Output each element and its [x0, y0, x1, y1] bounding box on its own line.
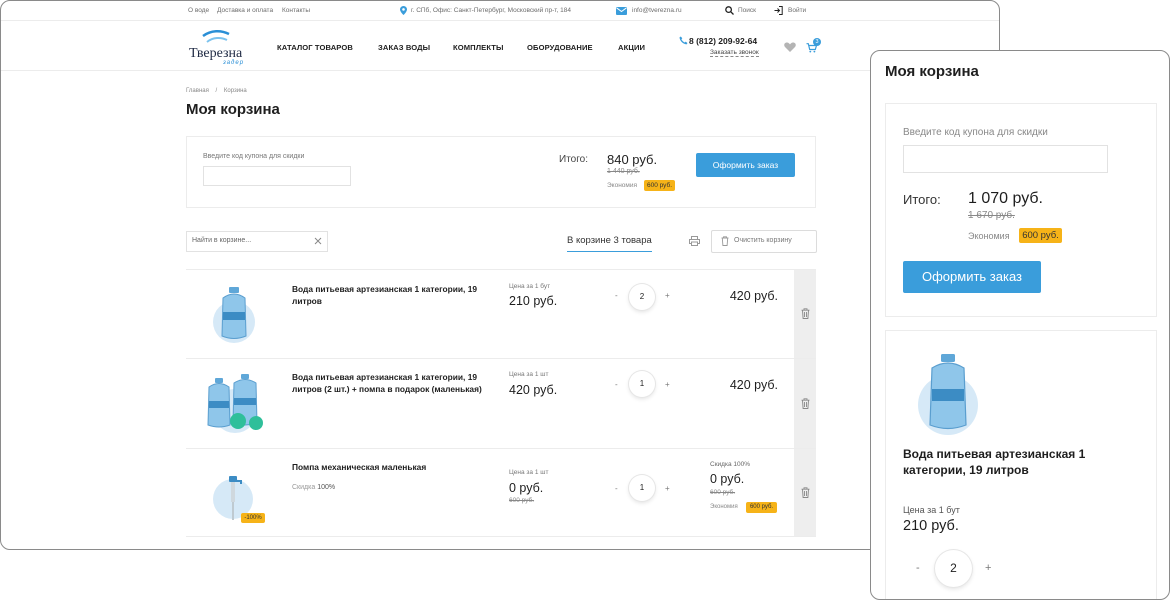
- nav-water-order[interactable]: ЗАКАЗ ВОДЫ: [378, 43, 430, 52]
- product-discount-value: 100%: [317, 484, 336, 491]
- mobile-unit-price: 210 руб.: [903, 518, 959, 534]
- cart-count-badge: 3: [813, 38, 821, 46]
- product-name[interactable]: Помпа механическая маленькая: [292, 461, 482, 473]
- topbar-login[interactable]: Войти: [788, 7, 806, 14]
- nav-kits[interactable]: КОМПЛЕКТЫ: [453, 43, 504, 52]
- topbar-search[interactable]: Поиск: [738, 7, 756, 14]
- mobile-qty-minus[interactable]: -: [916, 562, 920, 574]
- product-name[interactable]: Вода питьевая артезианская 1 категории, …: [292, 283, 482, 307]
- clear-search-icon[interactable]: [314, 237, 322, 245]
- breadcrumb: Главная / Корзина: [186, 88, 247, 94]
- print-icon[interactable]: [689, 236, 700, 246]
- saving-label: Экономия: [607, 182, 638, 189]
- cart-search-placeholder: Найти в корзине...: [192, 237, 252, 244]
- image-discount-badge: -100%: [241, 513, 265, 523]
- product-discount-label: Скидка: [292, 484, 316, 491]
- desktop-window: О воде Доставка и оплата Контакты г. СПб…: [0, 0, 1000, 550]
- item-saving-label: Экономия: [710, 504, 738, 510]
- qty-plus-button[interactable]: +: [665, 291, 670, 300]
- total-label: Итого:: [559, 154, 588, 165]
- total-value: 840 руб.: [607, 152, 658, 167]
- qty-value[interactable]: 1: [629, 371, 655, 397]
- login-icon[interactable]: [774, 6, 783, 15]
- mobile-window: Моя корзина Введите код купона для скидк…: [870, 50, 1170, 600]
- mobile-checkout-button[interactable]: Оформить заказ: [903, 261, 1041, 293]
- item-sum: 420 руб.: [729, 378, 778, 392]
- mobile-product-image[interactable]: [913, 351, 983, 437]
- unit-price-label: Цена за 1 шт: [509, 469, 549, 476]
- qty-plus-button[interactable]: +: [665, 380, 670, 389]
- qty-value[interactable]: 1: [629, 475, 655, 501]
- unit-price: 210 руб.: [509, 294, 558, 308]
- mobile-saving-label: Экономия: [968, 231, 1010, 241]
- qty-minus-button[interactable]: -: [615, 380, 618, 389]
- qty-minus-button[interactable]: -: [615, 484, 618, 493]
- delete-item-icon[interactable]: [801, 308, 810, 319]
- delete-item-icon[interactable]: [801, 398, 810, 409]
- topbar-link-contacts[interactable]: Контакты: [282, 7, 310, 14]
- header-phone[interactable]: 8 (812) 209-92-64: [689, 36, 757, 46]
- product-image-bottle[interactable]: [209, 284, 259, 344]
- checkout-button[interactable]: Оформить заказ: [696, 153, 795, 177]
- mail-icon: [616, 7, 627, 15]
- mobile-page-title: Моя корзина: [885, 63, 979, 80]
- heart-icon[interactable]: [784, 42, 796, 52]
- page-title: Моя корзина: [186, 101, 280, 118]
- mobile-saving-badge: 600 руб.: [1019, 228, 1062, 243]
- trash-icon: [721, 236, 729, 246]
- callback-link[interactable]: Заказать звонок: [710, 49, 759, 57]
- saving-badge: 600 руб.: [644, 180, 675, 191]
- search-icon[interactable]: [725, 6, 734, 15]
- item-sum: 420 руб.: [729, 289, 778, 303]
- mobile-total-old: 1 670 руб.: [968, 210, 1015, 221]
- topbar-link-delivery[interactable]: Доставка и оплата: [217, 7, 273, 14]
- mobile-product-name[interactable]: Вода питьевая артезианская 1 категории, …: [903, 446, 1123, 478]
- unit-price-label: Цена за 1 бут: [509, 283, 551, 290]
- topbar-email[interactable]: info@tverezna.ru: [632, 7, 682, 14]
- product-image-bundle[interactable]: [204, 371, 266, 435]
- mobile-unit-label: Цена за 1 бут: [903, 505, 960, 515]
- cart-item-row: [186, 269, 816, 358]
- qty-plus-button[interactable]: +: [665, 484, 670, 493]
- unit-price-label: Цена за 1 шт: [509, 371, 549, 378]
- breadcrumb-current: Корзина: [223, 88, 247, 94]
- logo-wave-icon[interactable]: [201, 28, 231, 48]
- mobile-total-value: 1 070 руб.: [968, 190, 1043, 207]
- product-discount: Скидка 100%: [292, 484, 335, 491]
- item-sum-old: 600 руб.: [710, 489, 736, 496]
- nav-promotions[interactable]: АКЦИИ: [618, 43, 645, 52]
- qty-value[interactable]: 2: [629, 284, 655, 310]
- clear-cart-label: Очистить корзину: [734, 237, 792, 244]
- mobile-total-label: Итого:: [903, 192, 941, 207]
- breadcrumb-separator: /: [215, 88, 218, 94]
- total-old-price: 1 440 руб.: [607, 168, 640, 175]
- cart-item-row: [186, 358, 816, 448]
- item-saving-badge: 600 руб.: [746, 502, 777, 513]
- topbar-link-about[interactable]: О воде: [188, 7, 209, 14]
- breadcrumb-home[interactable]: Главная: [186, 88, 209, 94]
- delete-item-icon[interactable]: [801, 487, 810, 498]
- cart-count-tab[interactable]: В корзине 3 товара: [567, 235, 652, 252]
- unit-price: 0 руб.: [509, 481, 544, 495]
- nav-equipment[interactable]: ОБОРУДОВАНИЕ: [527, 43, 593, 52]
- item-sum-discount: Скидка 100%: [710, 461, 750, 468]
- phone-icon: [679, 36, 688, 45]
- qty-minus-button[interactable]: -: [615, 291, 618, 300]
- coupon-label: Введите код купона для скидки: [203, 153, 305, 160]
- item-sum: 0 руб.: [710, 472, 745, 486]
- mobile-coupon-input[interactable]: [903, 145, 1108, 173]
- mobile-coupon-label: Введите код купона для скидки: [903, 127, 1048, 138]
- coupon-input[interactable]: [203, 166, 351, 186]
- mobile-qty-plus[interactable]: +: [985, 562, 991, 574]
- top-bar: О воде Доставка и оплата Контакты г. СПб…: [1, 1, 999, 21]
- unit-old-price: 600 руб.: [509, 497, 535, 504]
- topbar-address: г. СПб, Офис: Санкт-Петербург, Московски…: [411, 7, 572, 14]
- unit-price: 420 руб.: [509, 383, 558, 397]
- nav-catalog[interactable]: КАТАЛОГ ТОВАРОВ: [277, 43, 353, 52]
- product-name[interactable]: Вода питьевая артезианская 1 категории, …: [292, 371, 487, 395]
- location-pin-icon: [400, 6, 407, 15]
- mobile-qty-value[interactable]: 2: [935, 550, 972, 587]
- logo-subtitle: задер: [223, 60, 245, 66]
